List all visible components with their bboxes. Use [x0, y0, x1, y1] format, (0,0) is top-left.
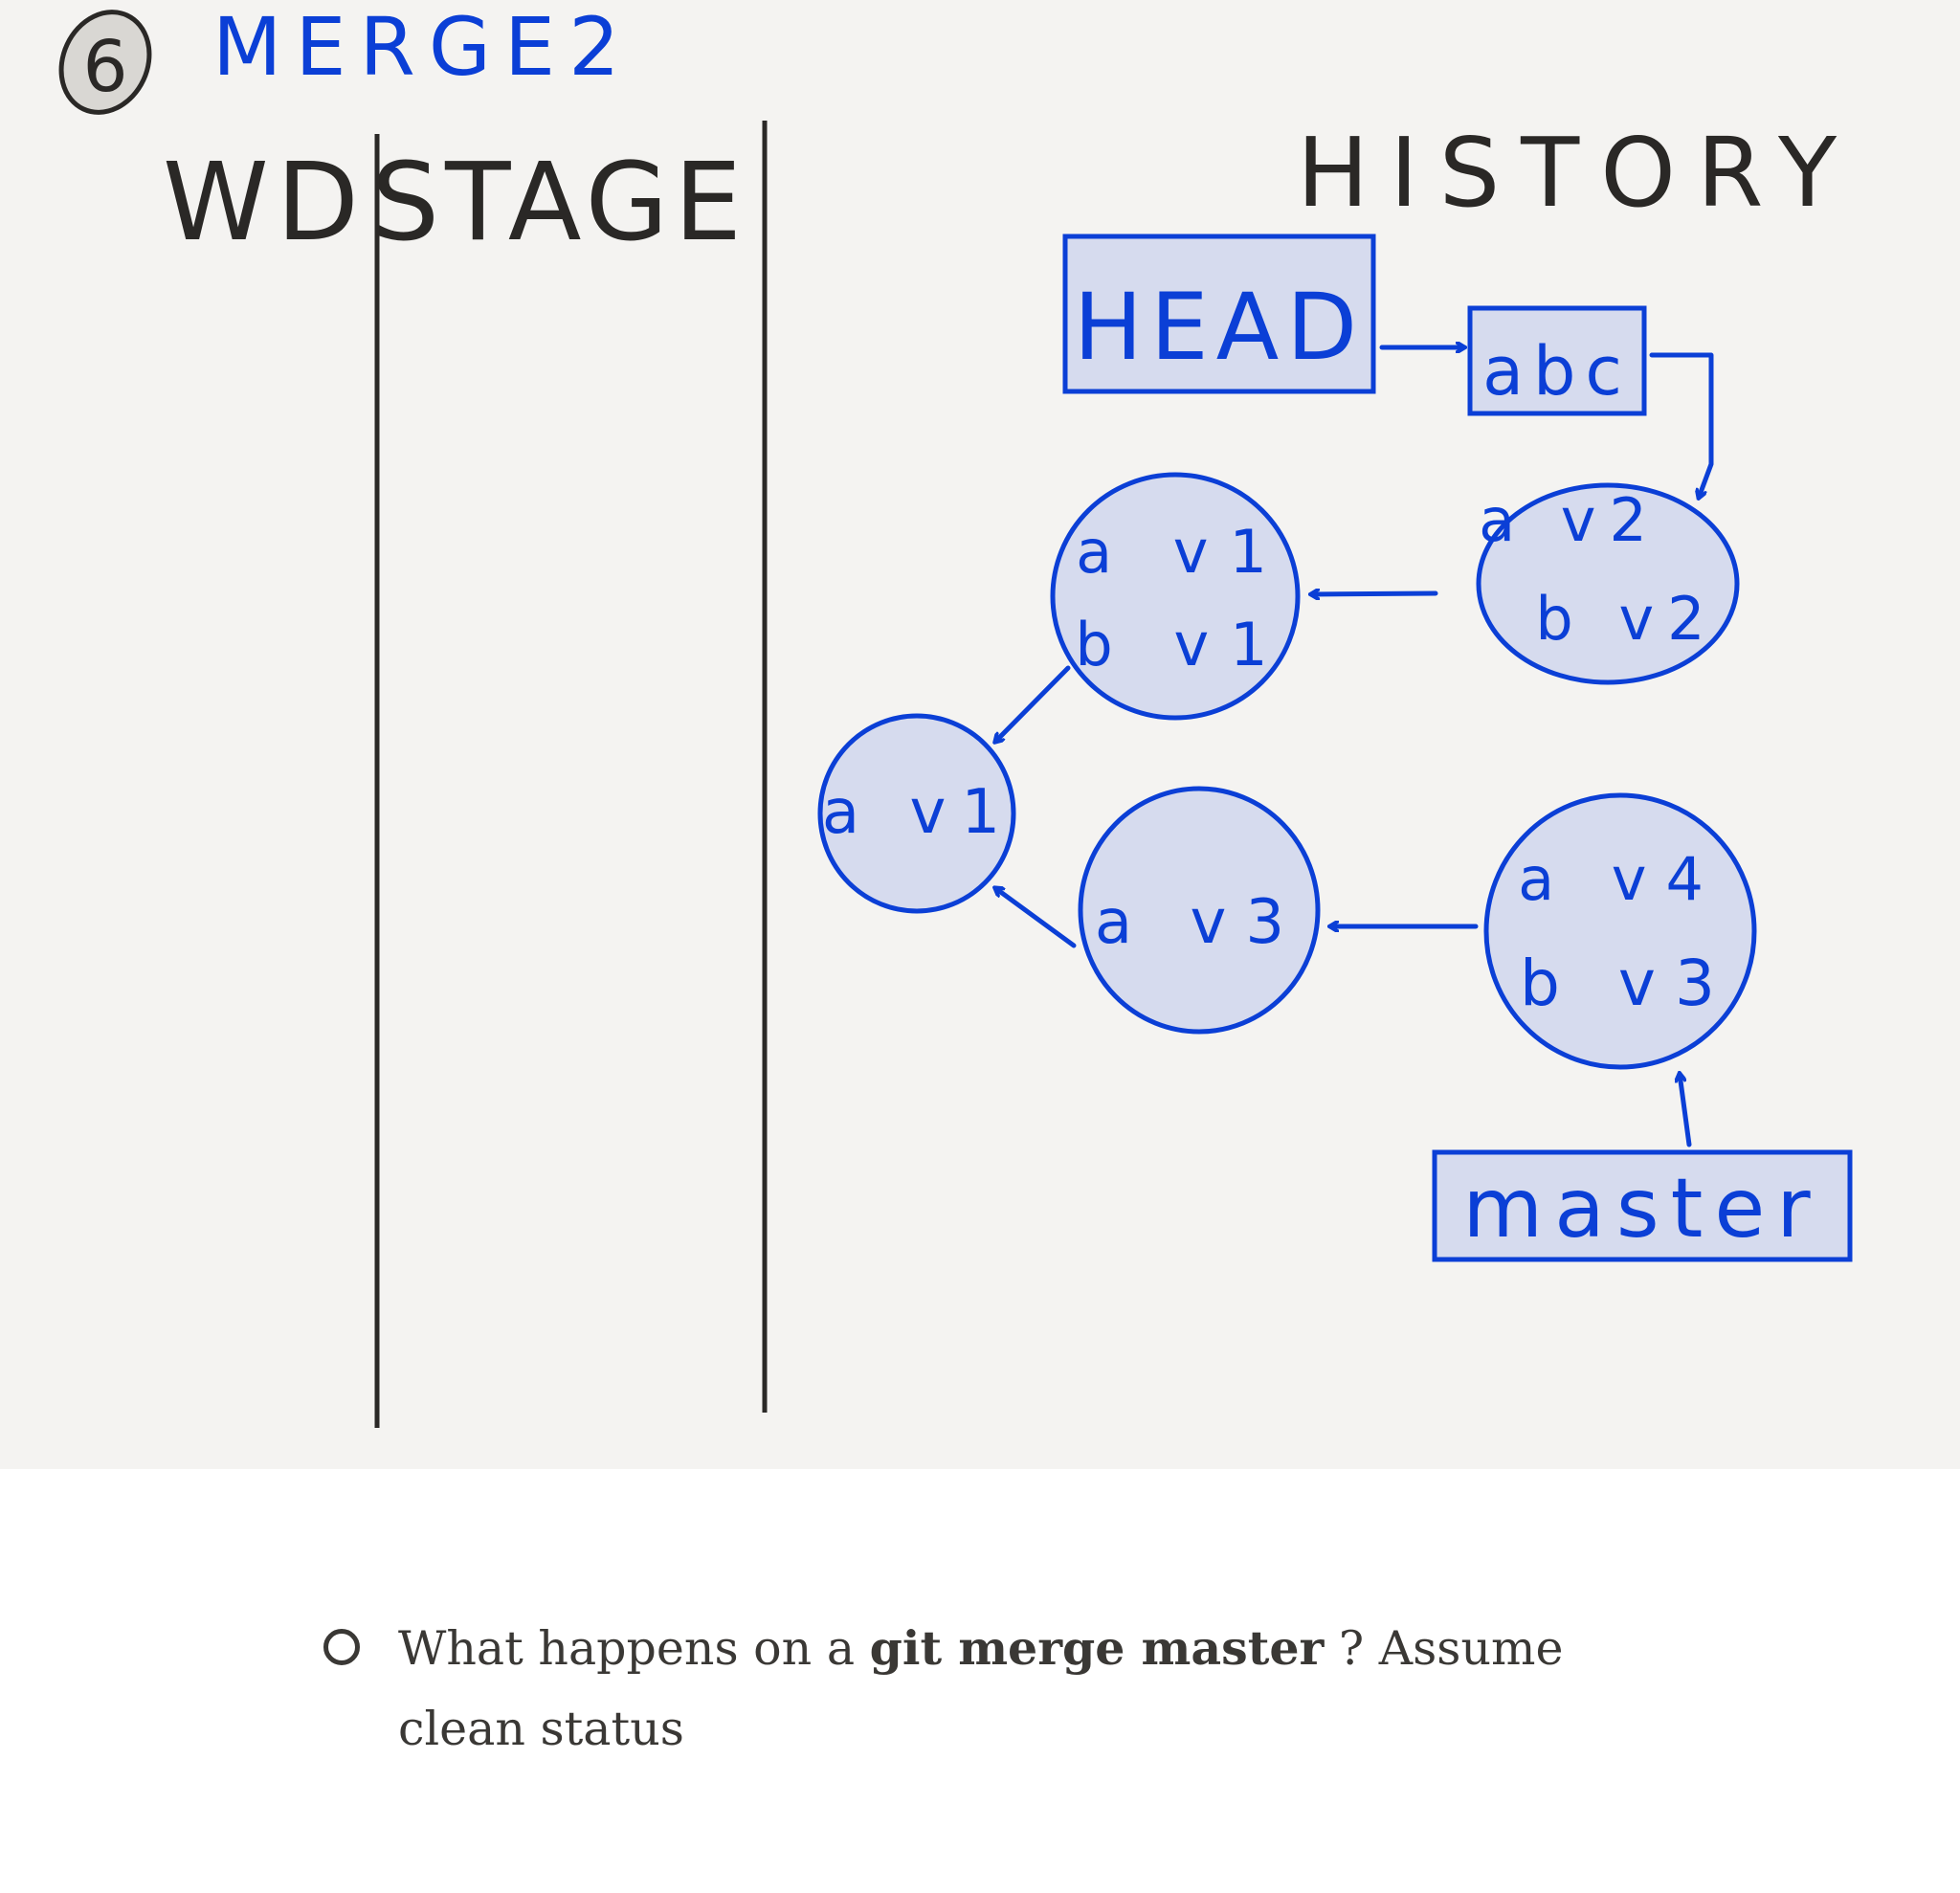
- arrow-master-to-lower-right: [1680, 1074, 1692, 1147]
- commit-node-lower-right: [1483, 792, 1757, 1070]
- commit-upper-left-line1: a v1: [1076, 517, 1288, 587]
- head-ref-label: HEAD: [1074, 274, 1365, 381]
- diagram-title: MERGE2: [212, 0, 634, 94]
- arrow-lower-left-to-root: [995, 888, 1077, 948]
- arrow-upper-left-to-root: [995, 665, 1071, 742]
- step-number: 6: [82, 26, 127, 108]
- question-prefix: What happens on a: [398, 1621, 856, 1676]
- git-diagram-canvas: 6 MERGE2 WD STAGE HISTORY HEAD abc a v2 …: [0, 0, 1960, 1469]
- question-text: What happens on a git merge master ? Ass…: [398, 1608, 1635, 1770]
- commit-upper-right-line2: b v2: [1535, 584, 1718, 654]
- answer-radio-button[interactable]: [323, 1629, 360, 1665]
- question-command: git merge master: [869, 1620, 1325, 1676]
- git-diagram: 6 MERGE2 WD STAGE HISTORY HEAD abc a v2 …: [58, 0, 1858, 1428]
- commit-upper-right-line1: a v2: [1479, 485, 1660, 555]
- commit-lower-right-line1: a v4: [1518, 844, 1723, 914]
- column-label-wd: WD: [163, 141, 367, 265]
- commit-node-upper-left: [1050, 472, 1301, 721]
- arrow-upper-right-to-upper-left: [1311, 593, 1438, 594]
- commit-upper-left-line2: b v1: [1075, 610, 1288, 679]
- master-ref-label: master: [1462, 1161, 1821, 1257]
- column-label-stage: STAGE: [371, 141, 747, 265]
- commit-lower-left-line1: a v3: [1095, 887, 1303, 958]
- column-label-history: HISTORY: [1297, 117, 1858, 229]
- commit-abc-label: abc: [1482, 332, 1632, 411]
- question-item: What happens on a git merge master ? Ass…: [323, 1608, 1635, 1770]
- commit-lower-right-line2: b v3: [1520, 946, 1734, 1020]
- commit-root-line1: a v1: [822, 777, 1015, 848]
- arrow-abc-to-upper-right: [1649, 352, 1714, 498]
